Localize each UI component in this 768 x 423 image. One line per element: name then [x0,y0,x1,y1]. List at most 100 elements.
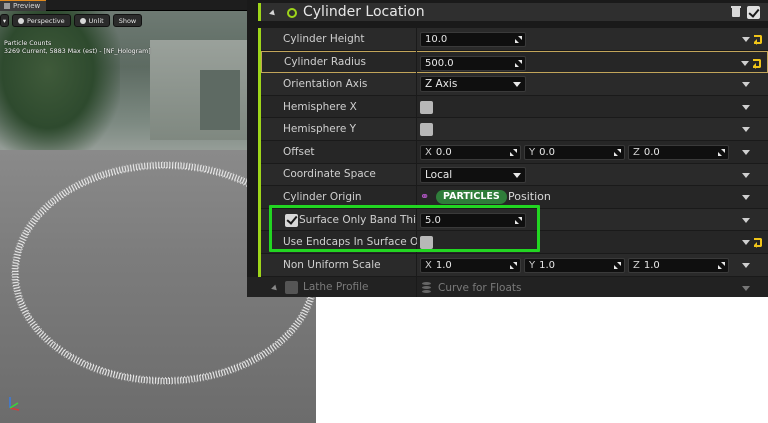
row-value-cell [417,231,768,254]
coordinate-space-value: Local [425,168,453,181]
drag-handle-icon[interactable] [718,262,725,269]
module-header[interactable]: Cylinder Location [247,0,768,21]
preview-tab-label: Preview [13,2,41,10]
row-cylinder-radius: Cylinder Radius 500.0 [247,50,768,74]
drag-handle-icon[interactable] [515,36,522,43]
reset-to-default-icon[interactable] [753,58,761,69]
row-offset: Offset X 0.0 Y 0.0 Z 0.0 [247,141,768,164]
row-non-uniform-scale: Non Uniform Scale X 1.0 Y 1.0 Z 1.0 [247,254,768,277]
drag-handle-icon[interactable] [515,59,522,67]
unlit-button[interactable]: Unlit [73,14,110,27]
preview-tab-icon [4,3,10,9]
row-label-cell: Lathe Profile [247,276,416,297]
viewport-options-button[interactable]: ▾ [0,14,9,27]
surface-only-band-checkbox[interactable] [285,213,298,227]
offset-x-value: 0.0 [435,147,452,158]
cylinder-origin-label: Cylinder Origin [283,190,362,203]
offset-z-input[interactable]: Z 0.0 [628,145,729,160]
coordinate-space-dropdown[interactable]: Local [420,166,526,183]
row-value-cell: Z Axis [417,73,768,96]
scale-y-input[interactable]: Y 1.0 [524,258,625,273]
cylinder-radius-value: 500.0 [425,57,454,69]
row-options-chevron-down-icon[interactable] [742,285,750,291]
hemisphere-y-checkbox[interactable] [420,123,433,137]
row-label-cell: Coordinate Space [261,163,416,187]
row-options-chevron-down-icon[interactable] [742,240,750,246]
unlit-label: Unlit [88,17,104,25]
row-label-cell: Hemisphere X [261,95,416,119]
drag-handle-icon[interactable] [718,149,725,156]
cylinder-origin-attribute[interactable]: Position [508,186,551,208]
drag-handle-icon[interactable] [614,262,621,269]
viewport-toolbar: ▾ Perspective Unlit Show [0,14,143,28]
expand-arrow-icon[interactable] [271,284,279,292]
hemisphere-y-label: Hemisphere Y [283,123,357,136]
scale-z-input[interactable]: Z 1.0 [628,258,729,273]
row-options-chevron-down-icon[interactable] [742,37,750,42]
row-label-cell: Surface Only Band Thi [261,208,417,232]
reset-to-default-icon[interactable] [754,237,762,249]
offset-x-input[interactable]: X 0.0 [420,145,521,160]
use-endcaps-checkbox[interactable] [420,236,433,250]
row-hemisphere-x: Hemisphere X [247,95,768,119]
lathe-profile-label: Lathe Profile [303,281,369,294]
row-value-cell: X 0.0 Y 0.0 Z 0.0 [417,141,768,164]
drag-handle-icon[interactable] [510,149,517,156]
coordinate-space-label: Coordinate Space [283,168,376,181]
row-options-chevron-down-icon[interactable] [742,172,750,178]
link-icon[interactable]: ⚭ [420,191,433,203]
scale-y-axis-label: Y [529,260,536,271]
row-cylinder-height: Cylinder Height 10.0 [247,28,768,51]
cylinder-height-value: 10.0 [425,34,448,45]
preview-tab[interactable]: Preview [0,0,47,11]
row-options-chevron-down-icon[interactable] [742,82,750,88]
hemisphere-x-checkbox[interactable] [420,100,433,114]
row-value-cell [417,118,768,141]
row-options-chevron-down-icon[interactable] [742,263,750,268]
module-enabled-checkbox[interactable] [747,6,760,19]
offset-x-axis-label: X [425,147,432,158]
row-options-chevron-down-icon[interactable] [742,150,750,155]
row-value-cell: Local [417,163,768,187]
row-options-chevron-down-icon[interactable] [741,60,749,66]
row-label-cell: Cylinder Origin [261,186,416,209]
row-value-cell: Curve for Floats [417,276,768,297]
drag-handle-icon[interactable] [510,262,517,269]
row-options-chevron-down-icon[interactable] [742,195,750,201]
lathe-profile-value[interactable]: Curve for Floats [438,277,522,297]
row-use-endcaps: Use Endcaps In Surface Or [247,231,768,254]
row-value-cell: X 1.0 Y 1.0 Z 1.0 [417,254,768,277]
row-options-chevron-down-icon[interactable] [742,127,750,133]
row-value-cell: ⚭ PARTICLES Position [417,186,768,209]
offset-y-input[interactable]: Y 0.0 [524,145,625,160]
scale-x-input[interactable]: X 1.0 [420,258,521,273]
reset-to-default-icon[interactable] [754,34,762,45]
drag-handle-icon[interactable] [614,149,621,156]
delete-module-icon[interactable] [731,6,741,17]
stats-title: Particle Counts [4,40,52,47]
lathe-profile-checkbox[interactable] [285,280,298,294]
orientation-axis-dropdown[interactable]: Z Axis [420,76,526,93]
perspective-button[interactable]: Perspective [12,14,71,27]
cylinder-radius-input[interactable]: 500.0 [420,55,526,71]
row-value-cell: 10.0 [417,28,768,51]
hemisphere-x-label: Hemisphere X [283,100,357,113]
row-options-chevron-down-icon[interactable] [742,104,750,110]
show-button[interactable]: Show [112,14,143,27]
row-label-cell: Hemisphere Y [261,118,416,141]
surface-only-band-input[interactable]: 5.0 [420,212,526,228]
details-panel: Cylinder Location Cylinder Height 10.0 C… [247,0,768,297]
scale-x-value: 1.0 [435,260,452,271]
surface-only-band-label: Surface Only Band Thi [299,213,417,226]
row-options-chevron-down-icon[interactable] [742,217,750,223]
particles-namespace-pill[interactable]: PARTICLES [436,190,507,205]
row-label-cell: Offset [261,141,416,164]
scale-y-value: 1.0 [539,260,556,271]
orientation-axis-label: Orientation Axis [283,77,368,90]
cylinder-height-input[interactable]: 10.0 [420,32,526,47]
row-label-cell: Cylinder Height [261,28,416,51]
drag-handle-icon[interactable] [515,216,522,224]
non-uniform-scale-label: Non Uniform Scale [283,258,381,271]
chevron-down-icon [513,172,521,178]
perspective-icon [18,18,24,24]
